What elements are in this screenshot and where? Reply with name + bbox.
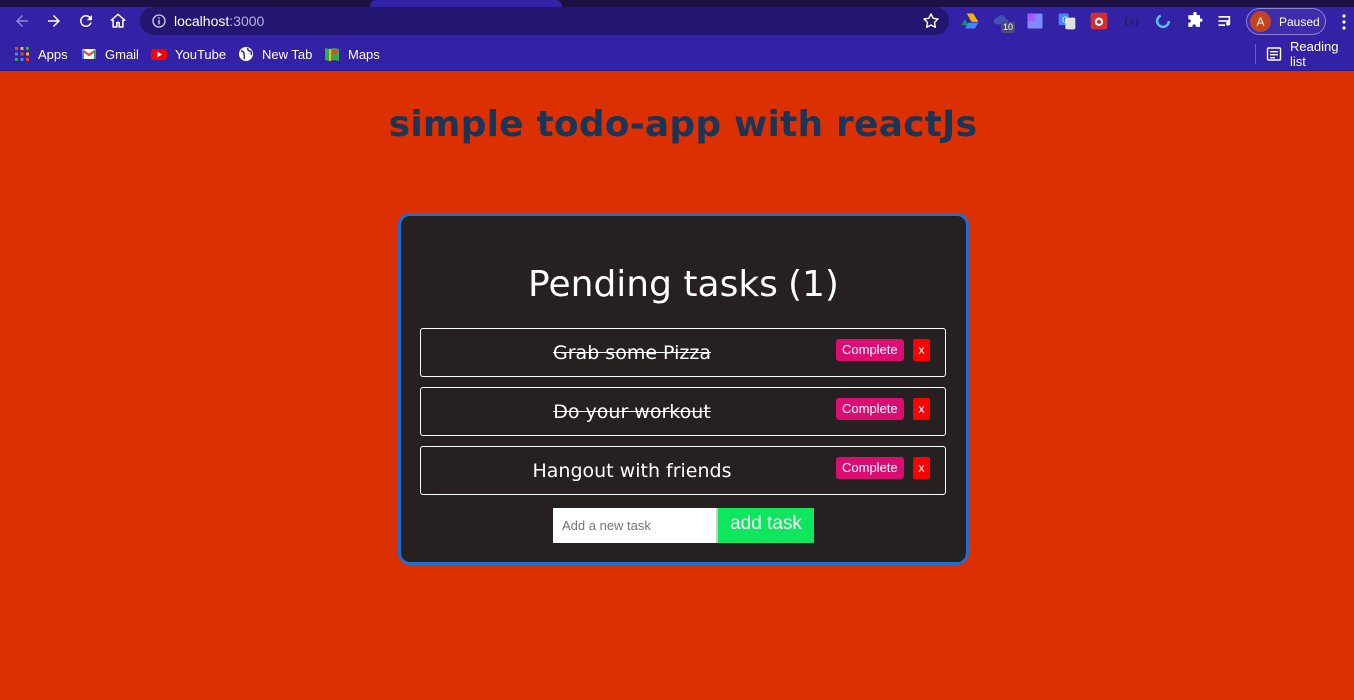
bookmark-label: New Tab: [262, 46, 313, 62]
home-icon: [110, 13, 126, 28]
add-task-form: add task: [553, 508, 814, 543]
complete-button[interactable]: Complete: [836, 339, 904, 361]
tab-strip: [0, 0, 1354, 7]
pending-count: (1): [787, 264, 839, 305]
task-text: Do your workout: [553, 401, 711, 423]
apps-grid-icon: [14, 46, 30, 62]
bookmark-maps[interactable]: Maps: [324, 45, 380, 63]
browser-toolbar: localhost:3000 10 G {a} A Paused: [0, 7, 1354, 37]
extension-drive-icon[interactable]: [960, 11, 980, 31]
bookmark-label: Maps: [348, 46, 380, 62]
bookmark-star-icon[interactable]: [921, 11, 941, 31]
extension-badge: 10: [1001, 22, 1016, 33]
delete-button[interactable]: x: [913, 457, 930, 479]
bookmarks-divider: [1255, 44, 1256, 64]
svg-text:{a}: {a}: [1124, 16, 1141, 27]
back-arrow-icon: [16, 15, 28, 27]
reload-icon: [80, 14, 92, 27]
forward-arrow-icon: [48, 15, 60, 27]
bookmark-gmail[interactable]: Gmail: [81, 45, 139, 63]
delete-button[interactable]: x: [913, 398, 930, 420]
address-bar[interactable]: localhost:3000: [140, 7, 949, 35]
extensions-puzzle-icon[interactable]: [1185, 11, 1205, 31]
forward-button[interactable]: [40, 7, 68, 35]
more-menu-icon[interactable]: [1338, 12, 1350, 32]
add-task-button[interactable]: add task: [716, 508, 814, 543]
avatar: A: [1250, 11, 1271, 32]
url-host: localhost: [174, 13, 230, 29]
reading-list-icon: [1266, 46, 1282, 62]
active-tab[interactable]: [370, 0, 562, 7]
back-button[interactable]: [8, 7, 36, 35]
extension-window-icon[interactable]: [1025, 11, 1045, 31]
extension-translate-icon[interactable]: G: [1057, 11, 1077, 31]
reload-button[interactable]: [72, 7, 100, 35]
reading-list-button[interactable]: Reading list: [1266, 39, 1354, 69]
bookmark-label: YouTube: [175, 46, 227, 62]
bookmark-youtube[interactable]: YouTube: [151, 45, 226, 63]
task-text: Grab some Pizza: [553, 342, 711, 364]
extension-braces-icon[interactable]: {a}: [1121, 11, 1141, 31]
svg-text:G: G: [1062, 16, 1068, 25]
reading-list-label: Reading list: [1290, 39, 1339, 69]
gmail-icon: [81, 46, 97, 62]
bookmark-label: Apps: [38, 46, 68, 62]
bookmarks-bar: Apps Gmail YouTube New Tab Maps Reading …: [0, 37, 1354, 71]
profile-button[interactable]: A Paused: [1246, 8, 1326, 35]
globe-icon: [238, 46, 254, 62]
media-queue-icon[interactable]: [1216, 11, 1236, 31]
profile-status: Paused: [1279, 14, 1320, 29]
extension-sync-icon[interactable]: [1153, 11, 1173, 31]
complete-button[interactable]: Complete: [836, 398, 904, 420]
complete-button[interactable]: Complete: [836, 457, 904, 479]
url-text[interactable]: localhost:3000: [174, 13, 264, 29]
task-text: Hangout with friends: [532, 460, 732, 482]
task-item: Grab some Pizza Complete x: [420, 328, 946, 377]
task-item: Hangout with friends Complete x: [420, 446, 946, 495]
extension-bug-icon[interactable]: [1089, 11, 1109, 31]
bookmark-apps[interactable]: Apps: [14, 45, 68, 63]
url-port: :3000: [229, 13, 265, 29]
maps-icon: [324, 46, 340, 62]
todo-card: Pending tasks (1) Grab some Pizza Complet…: [398, 213, 969, 565]
home-button[interactable]: [104, 7, 132, 35]
bookmark-new-tab[interactable]: New Tab: [238, 45, 312, 63]
delete-button[interactable]: x: [913, 339, 930, 361]
bookmark-label: Gmail: [105, 46, 139, 62]
pending-tasks-heading: Pending tasks (1): [401, 264, 966, 305]
new-task-input[interactable]: [553, 508, 716, 543]
page-title: simple todo-app with reactJs: [388, 104, 978, 145]
task-item: Do your workout Complete x: [420, 387, 946, 436]
pending-heading-text: Pending tasks: [528, 264, 778, 305]
info-icon[interactable]: [150, 12, 168, 30]
youtube-icon: [151, 46, 167, 62]
